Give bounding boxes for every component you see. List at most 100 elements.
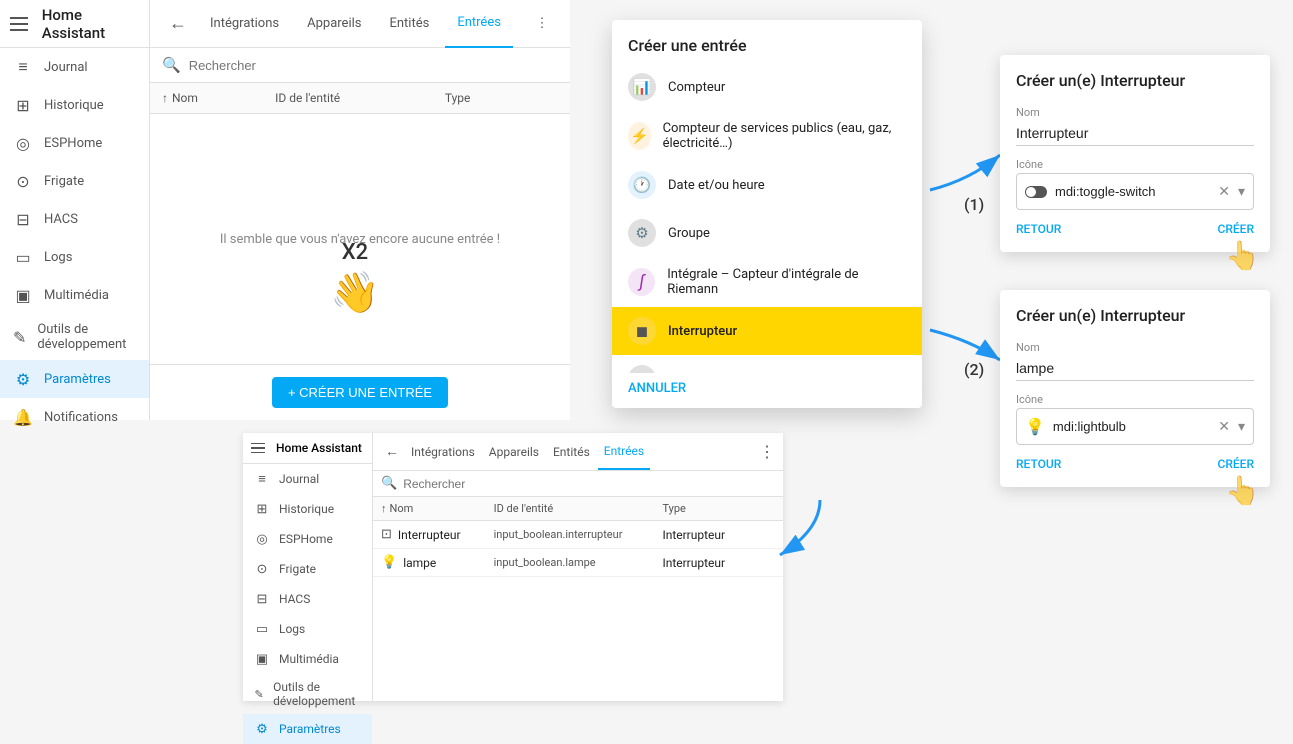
bottom-sidebar-multimedia[interactable]: ▣ Multimédia xyxy=(243,644,372,674)
bottom-sidebar-esphome[interactable]: ◎ ESPHome xyxy=(243,524,372,554)
create-entry-button[interactable]: + CRÉER UNE ENTRÉE xyxy=(272,377,448,408)
bottom-sidebar: Home Assistant ≡ Journal ⊞ Historique ◎ … xyxy=(243,433,373,701)
bottom-app-title: Home Assistant xyxy=(276,441,362,455)
bottom-journal-icon: ≡ xyxy=(253,470,271,488)
bottom-tab-entites[interactable]: Entités xyxy=(547,435,596,469)
bottom-sidebar-historique[interactable]: ⊞ Historique xyxy=(243,494,372,524)
sidebar-item-esphome[interactable]: ◎ ESPHome xyxy=(0,124,149,162)
bottom-sidebar-logs[interactable]: ▭ Logs xyxy=(243,614,372,644)
create-switch-1-name-label: Nom xyxy=(1016,106,1254,119)
bottom-nav-more-icon[interactable]: ⋮ xyxy=(759,442,775,461)
dialog-item-date-heure[interactable]: 🕐 Date et/ou heure xyxy=(612,161,922,209)
bottom-sidebar-parametres[interactable]: ⚙ Paramètres xyxy=(243,714,372,744)
create-switch-2-name-field: Nom xyxy=(1016,341,1254,381)
sidebar-label-historique: Historique xyxy=(44,98,104,113)
bottom-historique-icon: ⊞ xyxy=(253,500,271,518)
dialog-footer: ANNULER xyxy=(612,373,922,408)
hand-click-icon-2: 👆 xyxy=(1225,474,1260,507)
dialog-label-date-heure: Date et/ou heure xyxy=(668,178,765,193)
bottom-sidebar-hacs[interactable]: ⊟ HACS xyxy=(243,584,372,614)
col-header-id: ID de l'entité xyxy=(275,91,445,105)
sidebar-item-multimedia[interactable]: ▣ Multimédia xyxy=(0,276,149,314)
nav-more-icon[interactable]: ⋮ xyxy=(526,8,558,40)
hamburger-icon[interactable] xyxy=(10,12,32,36)
dialog-item-compteur[interactable]: 📊 Compteur xyxy=(612,63,922,111)
toggle-switch-icon xyxy=(1025,186,1047,198)
sidebar-item-logs[interactable]: ▭ Logs xyxy=(0,238,149,276)
create-switch-1-back-button[interactable]: RETOUR xyxy=(1016,222,1061,236)
create-switch-2-name-input[interactable] xyxy=(1016,356,1254,381)
bottom-search-input[interactable] xyxy=(403,477,775,491)
create-switch-dialog-2: Créer un(e) Interrupteur Nom Icône 💡 ✕ ▾… xyxy=(1000,290,1270,487)
sidebar-item-parametres[interactable]: ⚙ Paramètres xyxy=(0,360,149,398)
search-icon: 🔍 xyxy=(162,56,181,74)
tab-integrations[interactable]: Intégrations xyxy=(198,0,291,48)
tab-appareils[interactable]: Appareils xyxy=(295,0,373,48)
table-row-interrupteur: ⊡ Interrupteur input_boolean.interrupteu… xyxy=(373,521,783,549)
dialog-item-compteur-services[interactable]: ⚡ Compteur de services publics (eau, gaz… xyxy=(612,111,922,161)
main-nav: ← Intégrations Appareils Entités Entrées… xyxy=(150,0,570,48)
icon-clear-2[interactable]: ✕ xyxy=(1218,419,1230,435)
dialog-item-interrupteur[interactable]: ◼ Interrupteur xyxy=(612,307,922,355)
bottom-back-button[interactable]: ← xyxy=(381,439,403,464)
sidebar-header: Home Assistant xyxy=(0,0,149,48)
sidebar-item-historique[interactable]: ⊞ Historique xyxy=(0,86,149,124)
dialog-item-liste[interactable]: ≡ Liste déroulante xyxy=(612,355,922,373)
tab-entrees[interactable]: Entrées xyxy=(445,0,513,48)
bottom-label-multimedia: Multimédia xyxy=(279,652,339,666)
bottom-sidebar-outils[interactable]: ✎ Outils de développement xyxy=(243,674,372,714)
col-header-nom: ↑ Nom xyxy=(162,91,275,105)
create-switch-1-title: Créer un(e) Interrupteur xyxy=(1016,71,1254,90)
bottom-nav: ← Intégrations Appareils Entités Entrées… xyxy=(373,433,783,471)
create-btn-bar: + CRÉER UNE ENTRÉE xyxy=(150,364,570,420)
bottom-label-esphome: ESPHome xyxy=(279,532,333,546)
bottom-label-frigate: Frigate xyxy=(279,562,316,576)
create-switch-1-icon-field: Icône ✕ ▾ xyxy=(1016,158,1254,210)
create-switch-2-back-button[interactable]: RETOUR xyxy=(1016,457,1061,471)
bottom-col-header-type: Type xyxy=(662,502,775,515)
bottom-hamburger-icon[interactable] xyxy=(251,439,269,457)
back-button[interactable]: ← xyxy=(162,8,194,40)
sidebar-item-hacs[interactable]: ⊟ HACS xyxy=(0,200,149,238)
compteur-icon: 📊 xyxy=(628,73,656,101)
create-switch-1-icon-input[interactable] xyxy=(1055,180,1210,203)
bottom-esphome-icon: ◎ xyxy=(253,530,271,548)
step-label-1: (1) xyxy=(964,195,984,214)
create-switch-2-name-label: Nom xyxy=(1016,341,1254,354)
create-entry-dialog: Créer une entrée 📊 Compteur ⚡ Compteur d… xyxy=(612,20,922,408)
sort-icon: ↑ xyxy=(381,502,387,515)
dialog-label-compteur: Compteur xyxy=(668,80,725,95)
sidebar-item-outils[interactable]: ✎ Outils de développement xyxy=(0,314,149,360)
dialog-item-integrale[interactable]: ∫ Intégrale – Capteur d'intégrale de Rie… xyxy=(612,257,922,307)
bottom-search-bar: 🔍 xyxy=(373,471,783,497)
sidebar-item-notifications[interactable]: 🔔 Notifications xyxy=(0,398,149,436)
sidebar-item-frigate[interactable]: ⊙ Frigate xyxy=(0,162,149,200)
create-switch-2-create-button[interactable]: CRÉER xyxy=(1218,457,1255,471)
hacs-icon: ⊟ xyxy=(12,208,34,230)
sidebar-label-esphome: ESPHome xyxy=(44,136,102,151)
create-switch-2-icon-input[interactable] xyxy=(1053,415,1210,438)
bottom-tab-integrations[interactable]: Intégrations xyxy=(405,435,481,469)
search-input[interactable] xyxy=(189,58,558,73)
bottom-sidebar-frigate[interactable]: ⊙ Frigate xyxy=(243,554,372,584)
sidebar-label-notifications: Notifications xyxy=(44,410,118,425)
bottom-sidebar-journal[interactable]: ≡ Journal xyxy=(243,464,372,494)
x2-label: X2 xyxy=(342,240,368,265)
cancel-button[interactable]: ANNULER xyxy=(628,381,686,396)
icon-drop-2[interactable]: ▾ xyxy=(1238,419,1245,435)
sidebar-item-journal[interactable]: ≡ Journal xyxy=(0,48,149,86)
bottom-tab-appareils[interactable]: Appareils xyxy=(483,435,545,469)
tab-entites[interactable]: Entités xyxy=(377,0,441,48)
bottom-label-hacs: HACS xyxy=(279,592,310,606)
create-switch-1-name-input[interactable] xyxy=(1016,121,1254,146)
icon-drop-1[interactable]: ▾ xyxy=(1238,184,1245,200)
bottom-label-logs: Logs xyxy=(279,622,305,636)
bottom-tab-entrees[interactable]: Entrées xyxy=(598,434,650,470)
bottom-col-header-nom: ↑ Nom xyxy=(381,502,494,515)
parametres-icon: ⚙ xyxy=(12,368,34,390)
dialog-item-groupe[interactable]: ⚙ Groupe xyxy=(612,209,922,257)
bottom-panel: Home Assistant ≡ Journal ⊞ Historique ◎ … xyxy=(243,433,783,701)
icon-clear-1[interactable]: ✕ xyxy=(1218,184,1230,200)
outils-icon: ✎ xyxy=(12,326,27,348)
create-switch-1-create-button[interactable]: CRÉER xyxy=(1218,222,1255,236)
